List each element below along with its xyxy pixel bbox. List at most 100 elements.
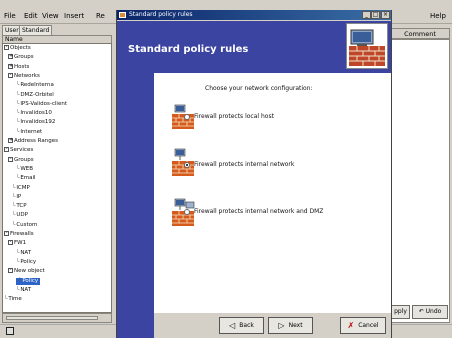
collapse-icon[interactable]: - [8,156,13,162]
tree-item[interactable]: - Networks [8,72,40,80]
tree-item[interactable]: └DMZ-Orbitel [16,92,54,99]
tree-item[interactable]: └NAT [16,287,31,294]
tree-branch-icon: └ [12,184,16,191]
option-local-host[interactable]: Firewall protects local host [184,113,274,121]
tree-branch-icon: └ [16,119,20,126]
tree-item-label: Services [10,147,34,154]
undo-label: Undo [425,308,442,315]
tree-item[interactable]: └TCP [12,203,27,210]
collapse-icon[interactable]: - [8,72,13,78]
maximize-button[interactable]: □ [371,11,380,19]
expand-icon[interactable]: + [8,63,13,69]
radio-internal-network-dmz[interactable] [184,208,190,215]
collapse-icon[interactable]: - [8,240,13,246]
menu-edit[interactable]: Edit [24,12,38,21]
tree-item[interactable]: └IPS-Validos-client [16,101,67,108]
tree-item-label: WEB [20,165,33,172]
menu-rules[interactable]: Re [96,12,105,21]
minimize-button[interactable]: _ [362,11,371,19]
tree-branch-icon: └ [18,277,22,284]
expand-icon[interactable]: + [8,54,13,60]
tree-branch-icon: └ [16,258,20,265]
tree-item[interactable]: └NAT [16,250,31,257]
collapse-icon[interactable]: - [8,268,13,274]
collapse-icon[interactable]: - [4,45,9,50]
tree-item[interactable]: └Custom [12,222,37,229]
arrow-right-icon: ▷ [278,321,285,330]
radio-internal-network[interactable] [184,161,190,168]
tree-branch-icon: └ [16,91,20,98]
tree-branch-icon: └ [12,193,16,200]
tree-item-label: RedeInterna [20,82,54,89]
tree-item-label: Objects [10,45,31,51]
tree-item[interactable]: +Hosts [8,63,30,71]
tree-item[interactable]: - Services [4,147,33,154]
tree-item-label: Hosts [14,63,30,70]
tree-item[interactable]: └Email [16,175,36,182]
tree-item-label: Policy [22,277,39,284]
comment-column-header[interactable]: Comment [390,28,450,39]
option-label: Firewall protects internal network [194,161,295,168]
tree-item[interactable]: +Address Ranges [8,138,58,145]
close-button[interactable]: × [381,11,390,19]
menu-insert[interactable]: Insert [64,12,84,21]
cancel-button[interactable]: ✗ Cancel [340,317,386,334]
option-internal-network-dmz[interactable]: Firewall protects internal network and D… [184,208,323,216]
rules-panel [390,39,450,323]
tree-branch-icon: └ [16,249,20,256]
tree-item[interactable]: └IP [12,194,21,201]
tree-item-label: Groups [14,156,34,163]
tree-item[interactable]: └UDP [12,212,28,219]
collapse-icon[interactable]: - [4,231,9,236]
tree-item[interactable]: └Invalidos10 [16,110,52,117]
radio-local-host[interactable] [184,113,190,120]
tree-item[interactable]: └Invalidos192 [16,119,55,126]
tree-item[interactable]: - Firewalls [4,231,34,238]
tree-item[interactable]: └Policy [16,259,36,266]
tree-item[interactable]: - Groups [8,156,34,164]
collapse-icon[interactable]: - [4,147,9,153]
tree-item[interactable]: └Internet [16,129,42,136]
tree-item[interactable]: +Groups [8,54,34,61]
option-label: Firewall protects internal network and D… [194,208,324,215]
tree-item-label: NAT [20,249,32,256]
back-button[interactable]: ◁ Back [219,317,264,334]
dialog-title-bar[interactable]: Standard policy rules [117,10,391,20]
undo-button[interactable]: ↶ Undo [412,305,448,319]
tree-item-label: Invalidos192 [20,119,56,126]
tree-branch-icon: └ [16,110,20,117]
tree-item-label: FW1 [14,240,27,247]
tree-branch-icon: └ [16,165,20,172]
prompt-text: Choose your network configuration: [205,85,313,92]
tree-item[interactable]: └RedeInterna [16,82,54,89]
tree-item[interactable]: - FW1 [8,240,26,247]
dialog-heading: Standard policy rules [128,44,249,55]
next-button[interactable]: ▷ Next [268,317,313,334]
expand-icon[interactable]: + [8,138,13,143]
option-label: Firewall protects local host [194,113,274,120]
cancel-label: Cancel [358,322,379,329]
tree-item-label: UDP [16,212,28,219]
tree-item-label: ICMP [16,184,30,191]
tree-item[interactable]: └Policy [16,277,41,285]
tree-item[interactable]: └ICMP [12,185,30,192]
save-status-icon [6,327,14,335]
dialog-side-stripe [117,73,154,313]
tree-item[interactable]: └Time [4,296,22,303]
tree-branch-icon: └ [16,100,20,107]
menu-view[interactable]: View [42,12,59,21]
tree-item[interactable]: └WEB [16,166,33,173]
tree-item-label: Policy [20,258,37,265]
tree-item-label: Internet [20,128,43,135]
arrow-left-icon: ◁ [229,321,236,330]
tree-item[interactable]: - Objects [4,45,31,52]
tree-item-label: TCP [16,203,27,210]
tab-standard[interactable]: Standard [19,25,53,35]
tree-item[interactable]: - New object [8,268,45,275]
option-internal-network[interactable]: Firewall protects internal network [184,161,294,169]
cancel-x-icon: ✗ [347,321,355,330]
scrollbar-thumb[interactable] [6,316,98,320]
apply-button[interactable]: pply [391,305,410,319]
menu-help[interactable]: Help [430,12,446,21]
menu-file[interactable]: File [4,12,16,21]
